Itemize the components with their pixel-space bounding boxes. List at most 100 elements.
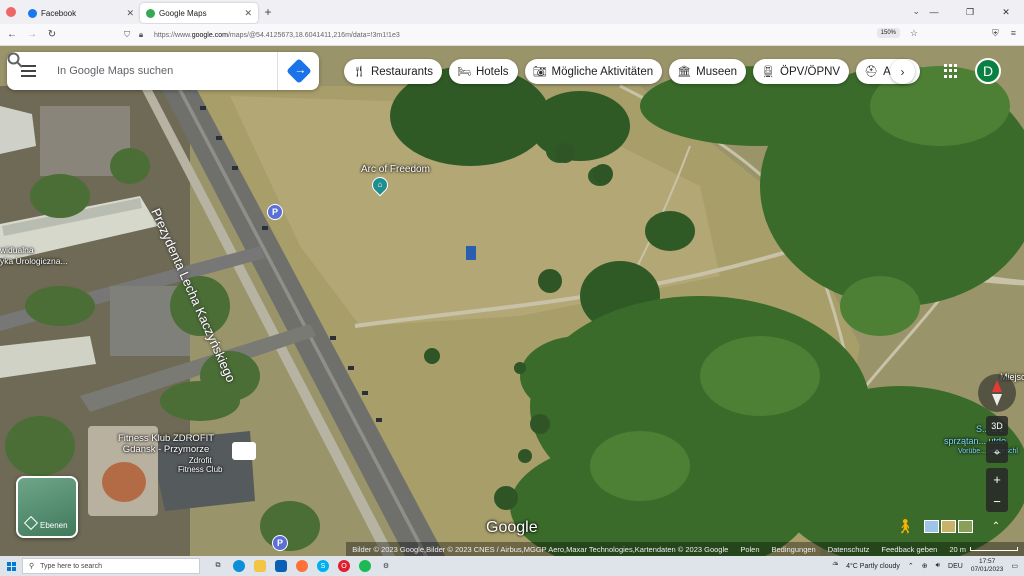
taskbar-search[interactable]: ⚲ Type here to search [22,558,200,574]
my-location-button[interactable]: ⌖ [986,441,1008,463]
mail-icon[interactable] [275,560,287,572]
lock-icon[interactable]: 🔒︎ [134,30,148,40]
3d-toggle-button[interactable]: 3D [986,416,1008,436]
chip-label: Museen [696,65,738,78]
maximize-icon[interactable]: ❐ [952,7,988,18]
chip-hotels[interactable]: 🛏︎ Hotels [448,59,518,84]
back-icon[interactable]: ← [2,29,22,40]
place-sublabel-fitness: Zdrofit Fitness Club [178,456,223,474]
imagery-thumbnails[interactable] [924,520,976,533]
volume-icon[interactable]: 🔊︎ [936,562,940,570]
network-icon[interactable]: ⊕ [922,562,928,570]
tab-close-icon[interactable]: ✕ [126,8,134,19]
map-scale[interactable]: 20 m [949,545,1018,554]
url-text[interactable]: https://www.google.com/maps/@54.4125673,… [154,32,400,39]
google-apps-icon[interactable] [944,64,958,78]
browser-tab-bar: Facebook ✕ Google Maps ✕ + ⌄ — ❐ ✕ [0,0,1024,24]
windows-taskbar: ⚲ Type here to search ⧉ S O ⚙ ⛅︎ 4°C Part… [0,556,1024,576]
minimize-icon[interactable]: — [916,7,952,17]
bookmark-star-icon[interactable]: ☆ [910,28,918,39]
pharmacy-icon: ⛑︎ [864,66,879,78]
tab-label: Facebook [41,8,77,18]
footer-link-poland[interactable]: Polen [740,545,759,554]
compass-control[interactable] [978,374,1016,412]
footer-link-terms[interactable]: Bedingungen [772,545,816,554]
maps-pin-icon [146,8,155,18]
taskbar-search-placeholder: Type here to search [40,562,103,570]
category-chips: 🍴︎ Restaurants 🛏︎ Hotels 📷︎ Mögliche Aktivi… [344,59,921,84]
pegman-icon[interactable]: 🚶︎ [895,516,915,536]
tab-close-icon[interactable]: ✕ [244,8,252,19]
search-icon: ⚲ [29,563,35,570]
place-label-clinic[interactable]: widualna yka Urologiczna... [0,245,68,267]
zoom-control: + − [986,468,1008,512]
place-label-arc-of-freedom[interactable]: Arc of Freedom [361,164,430,175]
close-window-icon[interactable]: ✕ [988,7,1024,18]
forward-icon[interactable]: → [22,29,42,40]
window-controls: — ❐ ✕ [916,0,1024,24]
chip-label: Hotels [475,65,509,78]
map-attribution-bar: Bilder © 2023 Google,Bilder © 2023 CNES … [0,542,1024,556]
chip-label: Mögliche Aktivitäten [551,65,654,78]
new-tab-button[interactable]: + [258,5,278,19]
attribution-text: Bilder © 2023 Google,Bilder © 2023 CNES … [352,544,729,554]
weather-text[interactable]: 4°C Partly cloudy [846,563,900,570]
opera-icon[interactable]: O [338,560,350,572]
expand-imagery-icon[interactable]: ⌃ [988,518,1004,534]
firefox-icon[interactable] [296,560,308,572]
settings-gear-icon[interactable]: ⚙ [380,560,392,572]
footer-link-feedback[interactable]: Feedback geben [881,545,937,554]
chip-label: ÖPV/ÖPNV [780,65,841,78]
pocket-icon[interactable]: ⛨ [992,28,999,39]
taskbar-apps: ⧉ S O ⚙ [212,560,392,572]
restaurant-icon: 🍴︎ [352,66,366,78]
shield-icon[interactable]: ⛉ [120,30,134,40]
reload-icon[interactable]: ↻ [42,29,62,40]
chip-restaurants[interactable]: 🍴︎ Restaurants [344,59,442,84]
fitness-logo-badge[interactable] [232,442,256,460]
layers-icon [23,515,39,531]
tray-overflow-icon[interactable]: ⌃ [908,562,914,570]
parking-icon[interactable]: P [267,204,283,220]
notifications-icon[interactable]: ▭ [1011,562,1018,570]
directions-icon [285,58,312,84]
facebook-icon [28,8,37,18]
tab-google-maps[interactable]: Google Maps ✕ [140,3,258,23]
directions-button[interactable] [277,52,319,90]
zoom-level-badge[interactable]: 150% [876,28,900,38]
google-logo: Google [486,519,538,536]
hotel-icon: 🛏︎ [456,66,471,78]
browser-nav-bar: ← → ↻ ⛉ 🔒︎ https://www.google.com/maps/@… [0,24,1024,46]
menu-icon[interactable] [7,70,49,72]
chip-transit[interactable]: 🚆︎ ÖPV/ÖPNV [753,59,850,84]
chip-museums[interactable]: 🏛︎ Museen [669,59,747,84]
satellite-map[interactable]: 🍴︎ Restaurants 🛏︎ Hotels 📷︎ Mögliche Aktivi… [0,46,1024,556]
camera-icon: 📷︎ [532,66,547,78]
skype-icon[interactable]: S [317,560,329,572]
tab-label: Google Maps [159,8,207,18]
spotify-icon[interactable] [359,560,371,572]
system-tray: ⛅︎ 4°C Partly cloudy ⌃ ⊕ 🔊︎ DEU 17:57 07/… [833,556,1019,576]
transit-icon: 🚆︎ [761,66,776,78]
file-explorer-icon[interactable] [254,560,266,572]
chip-activities[interactable]: 📷︎ Mögliche Aktivitäten [524,59,663,84]
windows-start-icon[interactable] [0,561,22,571]
zoom-in-button[interactable]: + [993,468,1001,490]
edge-icon[interactable] [233,560,245,572]
clock[interactable]: 17:57 07/01/2023 [971,558,1004,574]
task-view-icon[interactable]: ⧉ [212,560,224,572]
account-avatar[interactable]: D [975,58,1001,84]
url-bar[interactable]: ⛉ 🔒︎ https://www.google.com/maps/@54.412… [120,27,920,43]
weather-icon[interactable]: ⛅︎ [833,562,839,570]
firefox-menu-icon[interactable] [0,0,22,24]
footer-link-privacy[interactable]: Datenschutz [828,545,870,554]
map-search-input[interactable] [49,65,247,77]
language-indicator[interactable]: DEU [948,563,963,570]
chips-next-button[interactable]: › [890,59,915,84]
tab-facebook[interactable]: Facebook ✕ [22,3,140,23]
zoom-out-button[interactable]: − [993,490,1001,512]
layers-button[interactable]: Ebenen [16,476,78,538]
chip-label: Restaurants [370,65,433,78]
app-menu-icon[interactable]: ≡ [1011,28,1016,39]
place-label-fitness[interactable]: Fitness Klub ZDROFIT Gdansk - Przymorze [118,433,214,455]
